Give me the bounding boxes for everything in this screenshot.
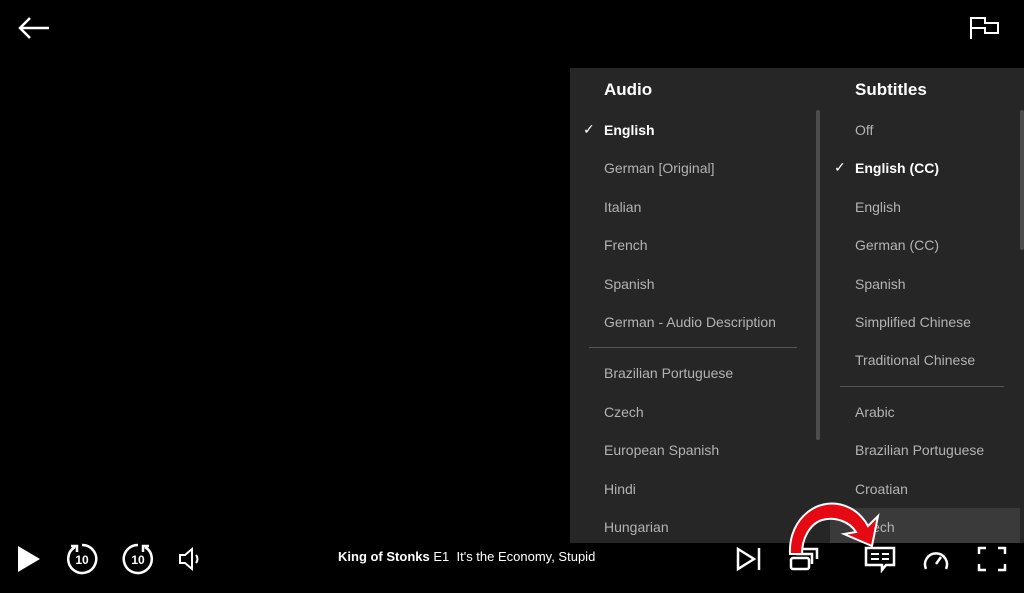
fullscreen-icon — [977, 546, 1007, 572]
audio-heading: Audio — [604, 80, 653, 99]
episode-title: King of Stonks E1 It's the Economy, Stup… — [338, 549, 595, 564]
forward-10-button[interactable]: 10 — [120, 541, 156, 577]
subtitles-option[interactable]: Off — [855, 111, 873, 149]
subtitles-option[interactable]: German (CC) — [855, 226, 939, 264]
flag-icon — [970, 17, 999, 39]
next-episode-icon — [736, 546, 761, 572]
play-button[interactable] — [10, 541, 46, 577]
svg-text:10: 10 — [131, 553, 145, 567]
audio-option[interactable]: German [Original] — [604, 149, 714, 187]
audio-column: Audio English ✓ German [Original] Italian Fr… — [570, 68, 820, 543]
audio-option[interactable]: Hindi — [604, 470, 636, 508]
audio-option[interactable]: Brazilian Portuguese — [604, 354, 733, 392]
divider — [589, 347, 797, 349]
subtitles-heading: Subtitles — [855, 80, 927, 99]
rewind-10-button[interactable]: 10 — [64, 541, 100, 577]
audio-option[interactable]: Czech — [604, 393, 644, 431]
subtitles-option[interactable]: Brazilian Portuguese — [855, 431, 984, 469]
fullscreen-button[interactable] — [974, 541, 1010, 577]
back-button[interactable] — [16, 14, 52, 42]
next-episode-button[interactable] — [730, 541, 766, 577]
subtitles-option[interactable]: Arabic — [855, 393, 895, 431]
speedometer-icon — [923, 552, 949, 570]
episode-number: E1 — [433, 549, 450, 564]
annotation-arrow-icon — [788, 502, 880, 555]
show-title: King of Stonks — [338, 549, 430, 564]
audio-option[interactable]: French — [604, 226, 648, 264]
rewind-10-icon: 10 — [67, 543, 98, 575]
subtitles-column: Subtitles Off English (CC) ✓ English German … — [830, 68, 1024, 543]
subtitles-option[interactable]: English (CC) — [855, 149, 939, 187]
volume-button[interactable] — [172, 541, 208, 577]
svg-text:10: 10 — [75, 553, 89, 567]
arrow-left-icon — [18, 17, 49, 39]
audio-subtitles-panel: Audio English ✓ German [Original] Italian Fr… — [570, 68, 1024, 543]
subtitles-option[interactable]: Traditional Chinese — [855, 341, 975, 379]
audio-option[interactable]: Italian — [604, 188, 641, 226]
audio-option[interactable]: Hungarian — [604, 508, 669, 543]
subtitles-scrollbar[interactable] — [1020, 110, 1024, 250]
audio-option[interactable]: English — [604, 111, 655, 149]
play-icon — [18, 546, 40, 572]
divider — [840, 385, 1004, 387]
volume-icon — [179, 546, 199, 572]
playback-speed-button[interactable] — [918, 541, 954, 577]
audio-option[interactable]: European Spanish — [604, 431, 719, 469]
audio-option[interactable]: Spanish — [604, 265, 655, 303]
forward-10-icon: 10 — [122, 543, 153, 575]
subtitles-option[interactable]: Simplified Chinese — [855, 303, 971, 341]
episode-name: It's the Economy, Stupid — [456, 549, 596, 564]
audio-option[interactable]: German - Audio Description — [604, 303, 776, 341]
checkmark-icon: ✓ — [834, 159, 846, 176]
subtitles-option[interactable]: Spanish — [855, 265, 906, 303]
subtitles-option[interactable]: English — [855, 188, 901, 226]
checkmark-icon: ✓ — [583, 121, 595, 137]
report-problem-button[interactable] — [968, 14, 1002, 42]
audio-scrollbar[interactable] — [816, 110, 820, 440]
